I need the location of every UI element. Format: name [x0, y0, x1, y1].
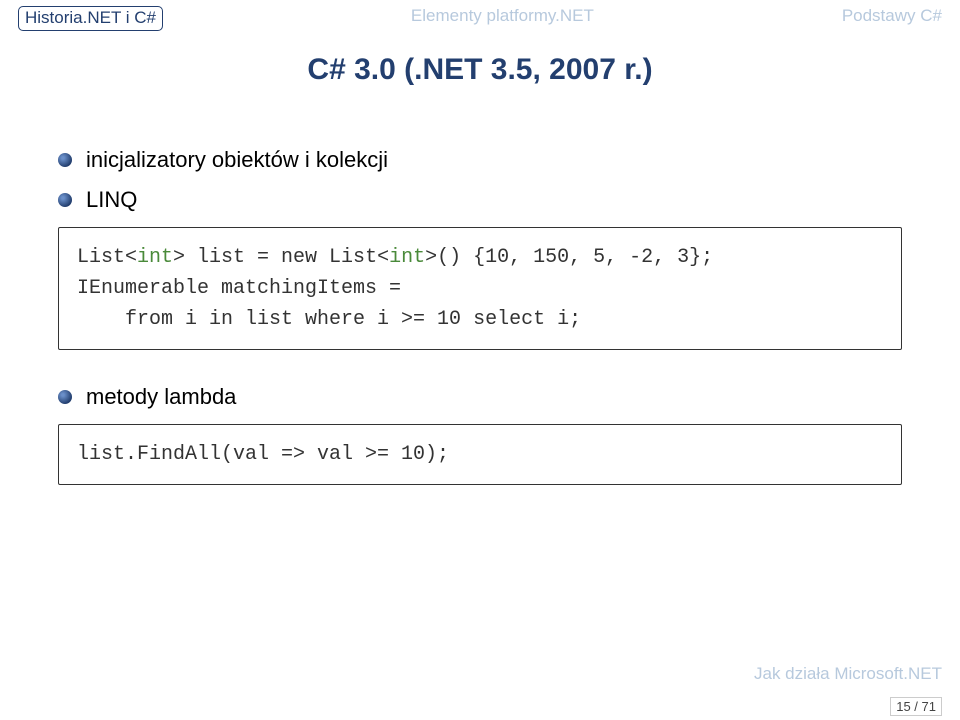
nav-right[interactable]: Podstawy C#	[842, 6, 942, 26]
slide-content: inicjalizatory obiektów i kolekcji LINQ …	[0, 147, 960, 485]
bullet-icon	[58, 193, 72, 207]
bullet-text: LINQ	[86, 187, 137, 213]
code-block-linq: List<int> list = new List<int>() {10, 15…	[58, 227, 902, 350]
bullet-item: inicjalizatory obiektów i kolekcji	[58, 147, 902, 173]
footer-talk-title: Jak działa Microsoft.NET	[754, 664, 942, 684]
page-number: 15 / 71	[890, 697, 942, 716]
bullet-text: inicjalizatory obiektów i kolekcji	[86, 147, 388, 173]
nav-center[interactable]: Elementy platformy.NET	[411, 6, 594, 26]
bullet-icon	[58, 390, 72, 404]
bullet-icon	[58, 153, 72, 167]
bullet-item: LINQ	[58, 187, 902, 213]
bullet-item: metody lambda	[58, 384, 902, 410]
code-block-lambda: list.FindAll(val => val >= 10);	[58, 424, 902, 485]
nav-header: Historia.NET i C# Elementy platformy.NET…	[0, 0, 960, 35]
nav-left-active[interactable]: Historia.NET i C#	[18, 6, 163, 31]
bullet-text: metody lambda	[86, 384, 236, 410]
slide-title: C# 3.0 (.NET 3.5, 2007 r.)	[0, 53, 960, 87]
